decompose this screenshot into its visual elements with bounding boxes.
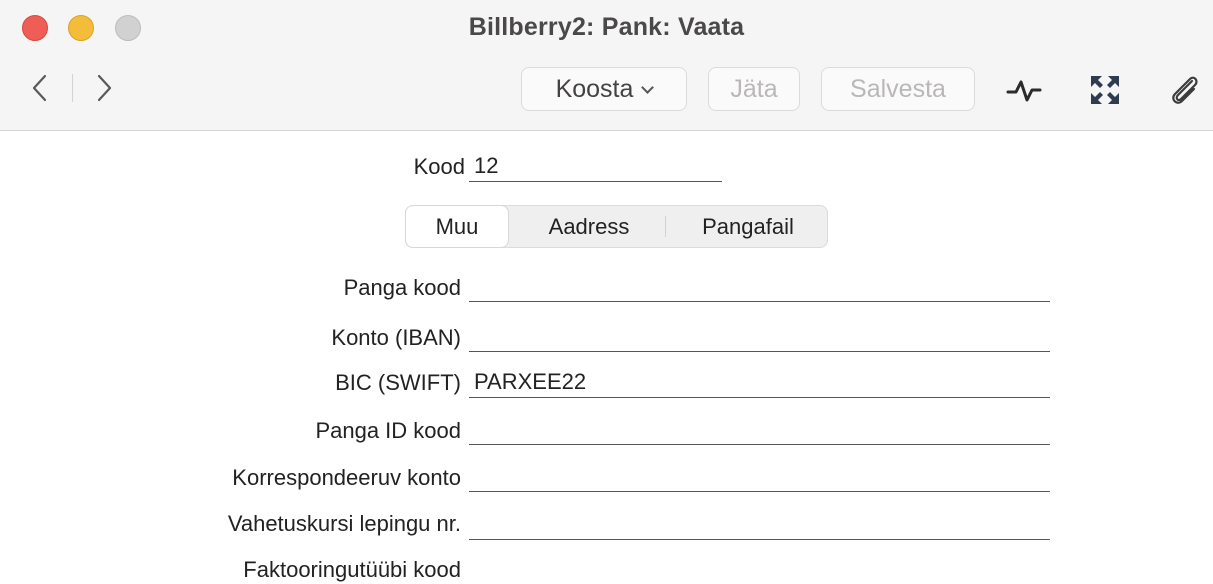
bic-swift-field[interactable] bbox=[469, 366, 1050, 398]
tab-segmented-control: Muu Aadress Pangafail bbox=[405, 205, 828, 248]
faktooringutuubi-kood-field[interactable] bbox=[469, 552, 1050, 584]
konto-iban-label: Konto (IBAN) bbox=[331, 325, 461, 350]
forward-button[interactable] bbox=[88, 70, 118, 106]
panga-kood-field[interactable] bbox=[469, 270, 1050, 302]
jata-button[interactable]: Jäta bbox=[708, 67, 800, 111]
salvesta-button[interactable]: Salvesta bbox=[821, 67, 975, 111]
korrespondeeruv-konto-field[interactable] bbox=[469, 460, 1050, 492]
panga-id-kood-label: Panga ID kood bbox=[315, 418, 461, 443]
panga-kood-label: Panga kood bbox=[343, 275, 461, 300]
tab-pangafail[interactable]: Pangafail bbox=[668, 206, 828, 247]
nav-divider bbox=[72, 74, 73, 102]
konto-iban-field[interactable] bbox=[469, 320, 1050, 352]
panga-id-kood-field[interactable] bbox=[469, 413, 1050, 445]
tab-muu[interactable]: Muu bbox=[406, 206, 508, 247]
back-button[interactable] bbox=[26, 70, 56, 106]
faktooringutuubi-kood-label: Faktooringutüübi kood bbox=[243, 557, 461, 582]
tab-aadress[interactable]: Aadress bbox=[514, 206, 664, 247]
expand-arrows-icon bbox=[1091, 76, 1119, 104]
pulse-icon bbox=[1006, 80, 1042, 102]
app-window: Billberry2: Pank: Vaata Koosta Jäta Salv… bbox=[0, 0, 1213, 584]
activity-button[interactable] bbox=[1006, 72, 1042, 108]
koosta-menu-button[interactable]: Koosta bbox=[521, 67, 687, 111]
tab-divider bbox=[665, 216, 666, 237]
attachment-button[interactable] bbox=[1166, 72, 1202, 108]
chevron-left-icon bbox=[32, 74, 47, 102]
kood-label: Kood bbox=[413, 154, 465, 179]
paperclip-icon bbox=[1172, 76, 1198, 104]
chevron-down-icon bbox=[641, 81, 655, 94]
expand-button[interactable] bbox=[1087, 72, 1123, 108]
vahetuskursi-lepingu-label: Vahetuskursi lepingu nr. bbox=[227, 511, 461, 536]
vahetuskursi-lepingu-field[interactable] bbox=[469, 508, 1050, 540]
bic-swift-label: BIC (SWIFT) bbox=[335, 370, 461, 395]
korrespondeeruv-konto-label: Korrespondeeruv konto bbox=[232, 465, 461, 490]
koosta-label: Koosta bbox=[555, 75, 634, 103]
chevron-right-icon bbox=[97, 74, 112, 102]
title-toolbar-bar: Billberry2: Pank: Vaata Koosta Jäta Salv… bbox=[0, 0, 1213, 131]
kood-field[interactable] bbox=[469, 150, 722, 182]
window-title: Billberry2: Pank: Vaata bbox=[468, 13, 745, 41]
